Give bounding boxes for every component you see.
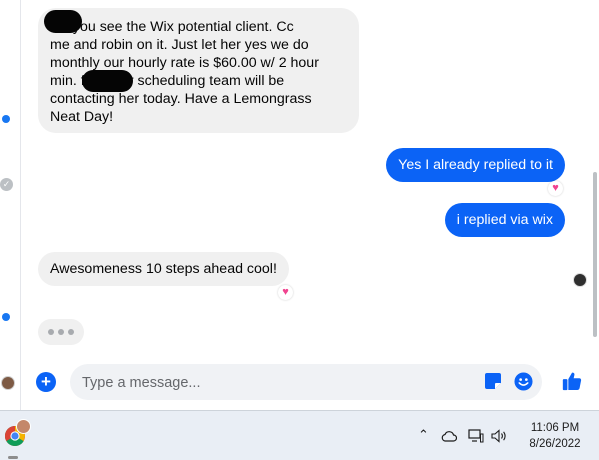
typing-dot xyxy=(68,329,74,335)
emoji-icon[interactable] xyxy=(514,372,533,391)
divider xyxy=(20,0,21,410)
unread-dot xyxy=(2,313,10,321)
typing-dot xyxy=(58,329,64,335)
redaction-mark xyxy=(82,70,133,92)
heart-reaction-icon[interactable]: ♥ xyxy=(548,181,563,196)
clock-time: 11:06 PM xyxy=(530,422,580,434)
message-text: Yes I already replied to it xyxy=(398,157,553,173)
message-bubble-incoming[interactable]: did you see the Wix potential client. Cc… xyxy=(38,8,359,133)
message-bubble-incoming[interactable]: Awesomeness 10 steps ahead cool! xyxy=(38,252,289,286)
cloud-icon[interactable] xyxy=(441,430,457,442)
plus-icon[interactable]: + xyxy=(36,372,56,392)
clock[interactable]: 11:06 PM 8/26/2022 xyxy=(520,420,590,452)
message-text: Awesomeness 10 steps ahead cool! xyxy=(50,261,277,277)
read-receipt-avatar xyxy=(573,273,587,287)
unread-dot xyxy=(2,115,10,123)
message-bubble-outgoing[interactable]: Yes I already replied to it xyxy=(386,148,565,182)
composer: + xyxy=(0,360,599,404)
seen-check-icon: ✓ xyxy=(0,178,13,191)
chevron-up-icon[interactable]: ⌃ xyxy=(418,428,429,442)
volume-icon[interactable] xyxy=(491,429,508,443)
clock-date: 8/26/2022 xyxy=(529,438,581,450)
scrollbar-thumb[interactable] xyxy=(593,172,597,337)
message-input[interactable] xyxy=(80,364,474,402)
redaction-mark xyxy=(44,10,82,33)
typing-indicator xyxy=(38,319,84,345)
avatar xyxy=(16,419,31,434)
message-text: i replied via wix xyxy=(456,212,553,228)
heart-reaction-icon[interactable]: ♥ xyxy=(278,285,293,300)
sticker-icon[interactable] xyxy=(484,372,502,390)
thumbs-up-icon[interactable] xyxy=(561,370,583,392)
message-input-wrapper[interactable] xyxy=(70,364,542,402)
display-icon[interactable] xyxy=(468,428,484,444)
message-bubble-outgoing[interactable]: i replied via wix xyxy=(444,203,565,237)
taskbar: ⌃ 11:06 PM 8/26/2022 xyxy=(0,410,599,460)
typing-dot xyxy=(48,329,54,335)
conversation-list-edge xyxy=(0,0,20,410)
